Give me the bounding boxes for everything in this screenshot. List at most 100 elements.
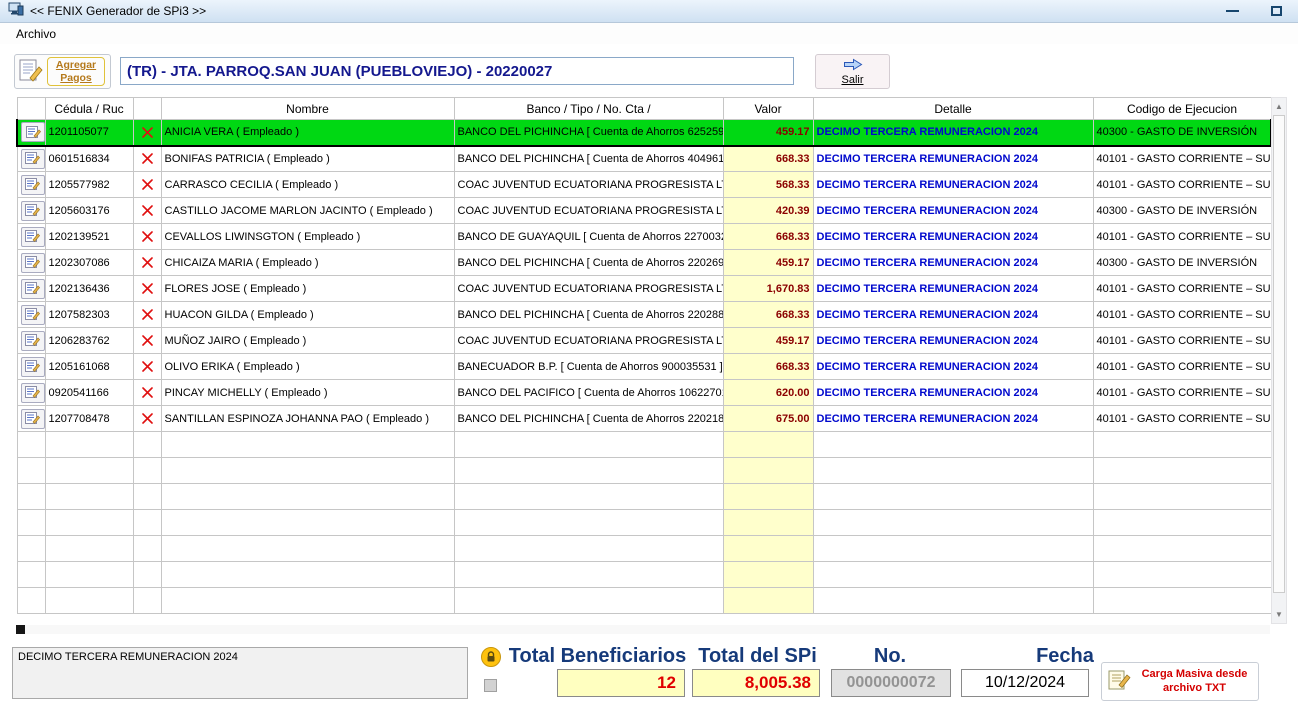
total-beneficiarios-label: Total Beneficiarios <box>500 645 695 669</box>
codigo-cell: 40101 - GASTO CORRIENTE – SUELDOS <box>1093 354 1271 380</box>
table-row[interactable]: 1202139521CEVALLOS LIWINSGTON ( Empleado… <box>17 224 1271 250</box>
banco-cell: COAC JUVENTUD ECUATORIANA PROGRESISTA LT… <box>454 172 723 198</box>
vertical-scrollbar-thumb[interactable] <box>1273 115 1285 593</box>
delete-row-icon[interactable] <box>137 172 158 197</box>
table-row[interactable]: 1207708478 SANTILLAN ESPINOZA JOHANNA PAO… <box>17 406 1271 432</box>
cedula-cell: 1205161068 <box>45 354 133 380</box>
codigo-cell: 40101 - GASTO CORRIENTE – SUELDOS <box>1093 276 1271 302</box>
cedula-cell: 1202139521 <box>45 224 133 250</box>
delete-row-icon[interactable] <box>137 406 158 431</box>
delete-row-icon[interactable] <box>137 328 158 353</box>
cedula-cell: 1206283762 <box>45 328 133 354</box>
agregar-pagos-button[interactable]: Agregar Pagos <box>14 54 111 89</box>
edit-row-button[interactable] <box>21 279 45 299</box>
horizontal-scrollbar[interactable] <box>16 625 1270 634</box>
scroll-up-icon[interactable]: ▲ <box>1272 99 1286 114</box>
table-row-empty <box>17 484 1271 510</box>
detalle-textarea[interactable]: DECIMO TERCERA REMUNERACION 2024 <box>12 647 468 699</box>
nombre-cell: FLORES JOSE ( Empleado ) <box>161 276 454 302</box>
valor-column-header: Valor <box>723 98 813 120</box>
table-row[interactable]: 1206283762MUÑOZ JAIRO ( Empleado )COAC J… <box>17 328 1271 354</box>
agregar-pagos-label: Agregar Pagos <box>47 57 105 86</box>
nombre-cell: CHICAIZA MARIA ( Empleado ) <box>161 250 454 276</box>
edit-row-button[interactable] <box>21 331 45 351</box>
codigo-cell: 40101 - GASTO CORRIENTE – SUELDOS <box>1093 302 1271 328</box>
nombre-cell: PINCAY MICHELLY ( Empleado ) <box>161 380 454 406</box>
detalle-cell: DECIMO TERCERA REMUNERACION 2024 <box>813 328 1093 354</box>
delete-row-icon[interactable] <box>137 198 158 223</box>
horizontal-scrollbar-thumb[interactable] <box>16 625 25 634</box>
entity-title-field[interactable] <box>120 57 794 85</box>
edit-row-button[interactable] <box>21 305 45 325</box>
banco-cell: BANCO DEL PICHINCHA [ Cuenta de Ahorros … <box>454 146 723 172</box>
delete-column-header <box>133 98 161 120</box>
table-row[interactable]: 1201105077ANICIA VERA ( Empleado )BANCO … <box>17 120 1271 146</box>
detalle-cell: DECIMO TERCERA REMUNERACION 2024 <box>813 224 1093 250</box>
table-row-empty <box>17 588 1271 614</box>
delete-row-icon[interactable] <box>137 224 158 249</box>
salir-label: Salir <box>841 74 863 86</box>
edit-row-button[interactable] <box>21 122 45 142</box>
edit-row-button[interactable] <box>21 227 45 247</box>
cedula-cell: 1205577982 <box>45 172 133 198</box>
valor-cell: 459.17 <box>723 120 813 146</box>
nombre-cell: MUÑOZ JAIRO ( Empleado ) <box>161 328 454 354</box>
edit-row-button[interactable] <box>21 409 45 429</box>
valor-cell: 1,670.83 <box>723 276 813 302</box>
valor-cell: 675.00 <box>723 406 813 432</box>
detalle-cell: DECIMO TERCERA REMUNERACION 2024 <box>813 198 1093 224</box>
table-row[interactable]: 0601516834BONIFAS PATRICIA ( Empleado )B… <box>17 146 1271 172</box>
edit-row-button[interactable] <box>21 253 45 273</box>
scroll-down-icon[interactable]: ▼ <box>1272 607 1286 622</box>
menu-item-archivo[interactable]: Archivo <box>10 25 62 43</box>
nombre-cell: SANTILLAN ESPINOZA JOHANNA PAO ( Emplead… <box>161 406 454 432</box>
edit-row-button[interactable] <box>21 175 45 195</box>
codigo-column-header: Codigo de Ejecucion <box>1093 98 1271 120</box>
maximize-button-icon[interactable] <box>1271 6 1282 16</box>
edit-row-button[interactable] <box>21 201 45 221</box>
delete-row-icon[interactable] <box>137 354 158 379</box>
salir-button[interactable]: Salir <box>815 54 890 89</box>
nombre-cell: ANICIA VERA ( Empleado ) <box>161 120 454 146</box>
cedula-cell: 1205603176 <box>45 198 133 224</box>
exit-arrow-icon <box>843 58 863 74</box>
banco-cell: BANCO DEL PICHINCHA [ Cuenta de Ahorros … <box>454 302 723 328</box>
app-icon <box>8 2 24 21</box>
delete-row-icon[interactable] <box>137 147 158 172</box>
delete-row-icon[interactable] <box>137 120 158 145</box>
table-row[interactable]: 1205161068OLIVO ERIKA ( Empleado )BANECU… <box>17 354 1271 380</box>
table-row[interactable]: 1202307086CHICAIZA MARIA ( Empleado )BAN… <box>17 250 1271 276</box>
delete-row-icon[interactable] <box>137 302 158 327</box>
edit-row-button[interactable] <box>21 149 45 169</box>
detalle-cell: DECIMO TERCERA REMUNERACION 2024 <box>813 302 1093 328</box>
delete-row-icon[interactable] <box>137 380 158 405</box>
table-row[interactable]: 1202136436 FLORES JOSE ( Empleado )COAC J… <box>17 276 1271 302</box>
table-row[interactable]: 0920541166PINCAY MICHELLY ( Empleado )BA… <box>17 380 1271 406</box>
vertical-scrollbar[interactable]: ▲ ▼ <box>1271 97 1287 624</box>
nombre-cell: HUACON GILDA ( Empleado ) <box>161 302 454 328</box>
cedula-cell: 1202136436 <box>45 276 133 302</box>
fecha-value[interactable]: 10/12/2024 <box>961 669 1089 697</box>
minimize-button-icon[interactable] <box>1226 10 1239 12</box>
detalle-cell: DECIMO TERCERA REMUNERACION 2024 <box>813 276 1093 302</box>
table-row-empty <box>17 562 1271 588</box>
carga-masiva-button[interactable]: Carga Masiva desde archivo TXT <box>1101 662 1259 701</box>
banco-cell: COAC JUVENTUD ECUATORIANA PROGRESISTA LT… <box>454 276 723 302</box>
valor-cell: 420.39 <box>723 198 813 224</box>
nombre-cell: CASTILLO JACOME MARLON JACINTO ( Emplead… <box>161 198 454 224</box>
carga-masiva-icon <box>1107 669 1131 694</box>
table-row[interactable]: 1205577982CARRASCO CECILIA ( Empleado )C… <box>17 172 1271 198</box>
cedula-cell: 1207708478 <box>45 406 133 432</box>
edit-row-button[interactable] <box>21 383 45 403</box>
codigo-cell: 40300 - GASTO DE INVERSIÓN <box>1093 250 1271 276</box>
codigo-cell: 40300 - GASTO DE INVERSIÓN <box>1093 120 1271 146</box>
table-row[interactable]: 1207582303HUACON GILDA ( Empleado )BANCO… <box>17 302 1271 328</box>
delete-row-icon[interactable] <box>137 250 158 275</box>
nombre-column-header: Nombre <box>161 98 454 120</box>
referencia-label: No. Referencia <box>820 645 960 669</box>
codigo-cell: 40101 - GASTO CORRIENTE – SUELDOS <box>1093 224 1271 250</box>
delete-row-icon[interactable] <box>137 276 158 301</box>
edit-row-button[interactable] <box>21 357 45 377</box>
table-row[interactable]: 1205603176 CASTILLO JACOME MARLON JACINTO… <box>17 198 1271 224</box>
valor-cell: 668.33 <box>723 354 813 380</box>
